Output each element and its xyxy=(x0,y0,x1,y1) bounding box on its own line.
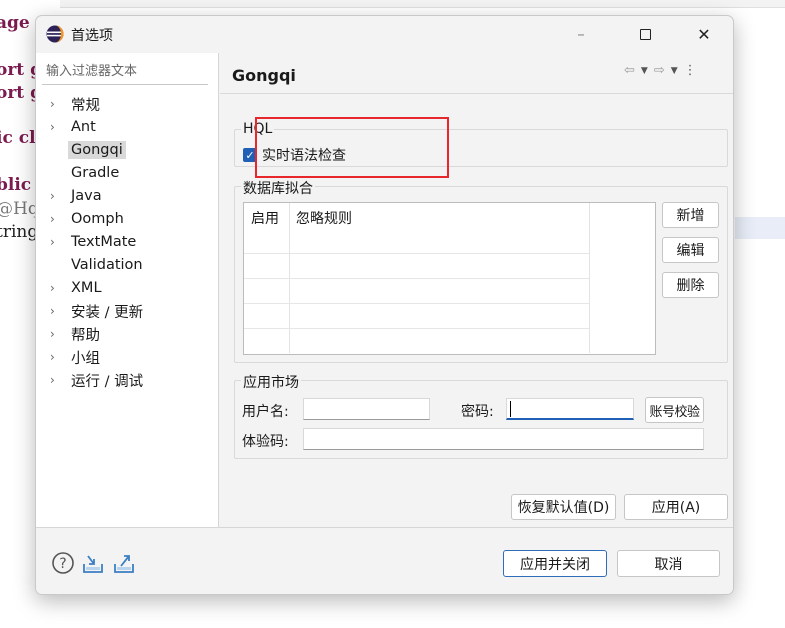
close-button[interactable]: ✕ xyxy=(689,22,719,46)
editor-top-strip xyxy=(60,0,785,8)
chevron-down-icon[interactable]: ▼ xyxy=(641,66,648,76)
filter-input[interactable] xyxy=(42,59,208,85)
chevron-right-icon[interactable]: › xyxy=(50,212,68,226)
minimize-button[interactable]: – xyxy=(566,22,596,46)
column-header-ignore-rule[interactable]: 忽略规则 xyxy=(296,208,352,228)
title-separator xyxy=(220,93,733,94)
tree-item-general[interactable]: › 常规 xyxy=(50,93,103,115)
column-divider xyxy=(589,203,590,353)
chevron-right-icon[interactable]: › xyxy=(50,235,68,249)
tree-item-team[interactable]: › 小组 xyxy=(50,346,103,368)
tree-item-label: Gradle xyxy=(71,165,120,181)
page-title: Gongqi xyxy=(232,66,296,85)
tree-item-label: 帮助 xyxy=(71,327,100,344)
db-fit-group: 数据库拟合 启用 忽略规则 新增 编辑 删除 xyxy=(234,178,728,363)
code-line: tring xyxy=(0,222,39,242)
chevron-right-icon[interactable]: › xyxy=(50,189,68,203)
text-caret xyxy=(510,401,511,417)
trial-code-label: 体验码: xyxy=(242,434,289,450)
tree-item-label: 常规 xyxy=(71,97,100,114)
tree-item-label: TextMate xyxy=(71,234,137,250)
chevron-right-icon[interactable]: › xyxy=(50,120,68,134)
chevron-down-icon[interactable]: ▼ xyxy=(671,66,678,76)
tree-item-ant[interactable]: › Ant xyxy=(50,116,99,138)
chevron-right-icon[interactable]: › xyxy=(50,373,68,387)
more-options-icon[interactable]: ⋮ xyxy=(684,63,697,78)
back-arrow-icon[interactable]: ⇦ xyxy=(624,63,635,78)
tree-item-help[interactable]: › 帮助 xyxy=(50,323,103,345)
edit-rule-button[interactable]: 编辑 xyxy=(662,237,719,263)
delete-rule-button[interactable]: 删除 xyxy=(662,272,719,298)
eclipse-icon xyxy=(46,25,64,43)
tree-item-label: 小组 xyxy=(71,350,100,367)
tree-item-oomph[interactable]: › Oomph xyxy=(50,208,127,230)
chevron-right-icon[interactable]: › xyxy=(50,97,68,111)
db-fit-group-title: 数据库拟合 xyxy=(241,178,315,198)
forward-arrow-icon[interactable]: ⇨ xyxy=(654,63,665,78)
tree-item-install-update[interactable]: › 安装 / 更新 xyxy=(50,300,146,322)
app-market-group: 应用市场 用户名: 密码: 账号校验 体验码: xyxy=(234,372,728,459)
dialog-button-bar: ? 应用并关闭 取消 xyxy=(36,527,733,594)
app-market-group-title: 应用市场 xyxy=(241,372,301,392)
svg-text:?: ? xyxy=(59,556,66,572)
page-navigation: ⇦ ▼ ⇨ ▼ ⋮ xyxy=(624,63,697,78)
annotation-highlight-box xyxy=(255,117,449,178)
cancel-button[interactable]: 取消 xyxy=(617,550,720,577)
tree-item-label: 安装 / 更新 xyxy=(71,304,144,321)
username-field[interactable] xyxy=(303,398,430,420)
trial-code-field[interactable] xyxy=(303,428,704,450)
close-icon: ✕ xyxy=(697,24,711,44)
chevron-right-icon[interactable]: › xyxy=(50,281,68,295)
column-header-enabled[interactable]: 启用 xyxy=(251,208,279,228)
tree-item-gongqi[interactable]: Gongqi xyxy=(50,139,126,161)
apply-button[interactable]: 应用(A) xyxy=(624,494,728,520)
tree-item-label: Ant xyxy=(71,119,96,135)
minimize-icon: – xyxy=(577,25,585,43)
password-field[interactable] xyxy=(506,398,634,420)
tree-item-validation[interactable]: Validation xyxy=(50,254,146,276)
tree-item-xml[interactable]: › XML xyxy=(50,277,105,299)
chevron-right-icon[interactable]: › xyxy=(50,350,68,364)
tree-item-java[interactable]: › Java xyxy=(50,185,105,207)
verify-account-button[interactable]: 账号校验 xyxy=(645,397,704,423)
tree-item-run-debug[interactable]: › 运行 / 调试 xyxy=(50,369,146,391)
maximize-icon xyxy=(639,28,651,40)
row-divider xyxy=(244,253,589,254)
chevron-right-icon[interactable]: › xyxy=(50,327,68,341)
code-line: age xyxy=(0,13,30,33)
editor-line-highlight xyxy=(735,217,785,239)
title-bar[interactable]: 首选项 – ✕ xyxy=(36,16,733,52)
row-divider xyxy=(244,328,589,329)
import-icon[interactable] xyxy=(81,551,105,575)
password-label: 密码: xyxy=(461,404,494,420)
tree-item-label: 运行 / 调试 xyxy=(71,373,144,390)
tree-item-label: XML xyxy=(71,280,102,296)
preference-page: Gongqi ⇦ ▼ ⇨ ▼ ⋮ HQL HQL ✓ 实时语法检查 数据库拟合 … xyxy=(220,53,733,527)
dialog-title: 首选项 xyxy=(71,28,113,44)
tree-item-label: Java xyxy=(71,188,102,204)
tree-item-gradle[interactable]: Gradle xyxy=(50,162,122,184)
restore-defaults-button[interactable]: 恢复默认值(D) xyxy=(511,494,616,520)
username-label: 用户名: xyxy=(242,404,289,420)
help-icon[interactable]: ? xyxy=(51,551,75,575)
export-icon[interactable] xyxy=(112,551,136,575)
tree-item-textmate[interactable]: › TextMate xyxy=(50,231,139,253)
chevron-right-icon[interactable]: › xyxy=(50,304,68,318)
row-divider xyxy=(244,278,589,279)
maximize-button[interactable] xyxy=(630,22,660,46)
preferences-dialog: 首选项 – ✕ ›常规 ›Ant Gongqi Gradle ›Java ›Oo… xyxy=(35,15,734,595)
tree-item-label: Validation xyxy=(71,257,143,273)
add-rule-button[interactable]: 新增 xyxy=(662,202,719,228)
ignore-rules-table[interactable]: 启用 忽略规则 xyxy=(243,202,656,355)
row-divider xyxy=(244,303,589,304)
preference-tree-panel: ›常规 ›Ant Gongqi Gradle ›Java ›Oomph ›Tex… xyxy=(36,53,219,527)
tree-item-label: Oomph xyxy=(71,211,124,227)
apply-and-close-button[interactable]: 应用并关闭 xyxy=(503,550,607,577)
tree-item-label: Gongqi xyxy=(68,141,126,159)
